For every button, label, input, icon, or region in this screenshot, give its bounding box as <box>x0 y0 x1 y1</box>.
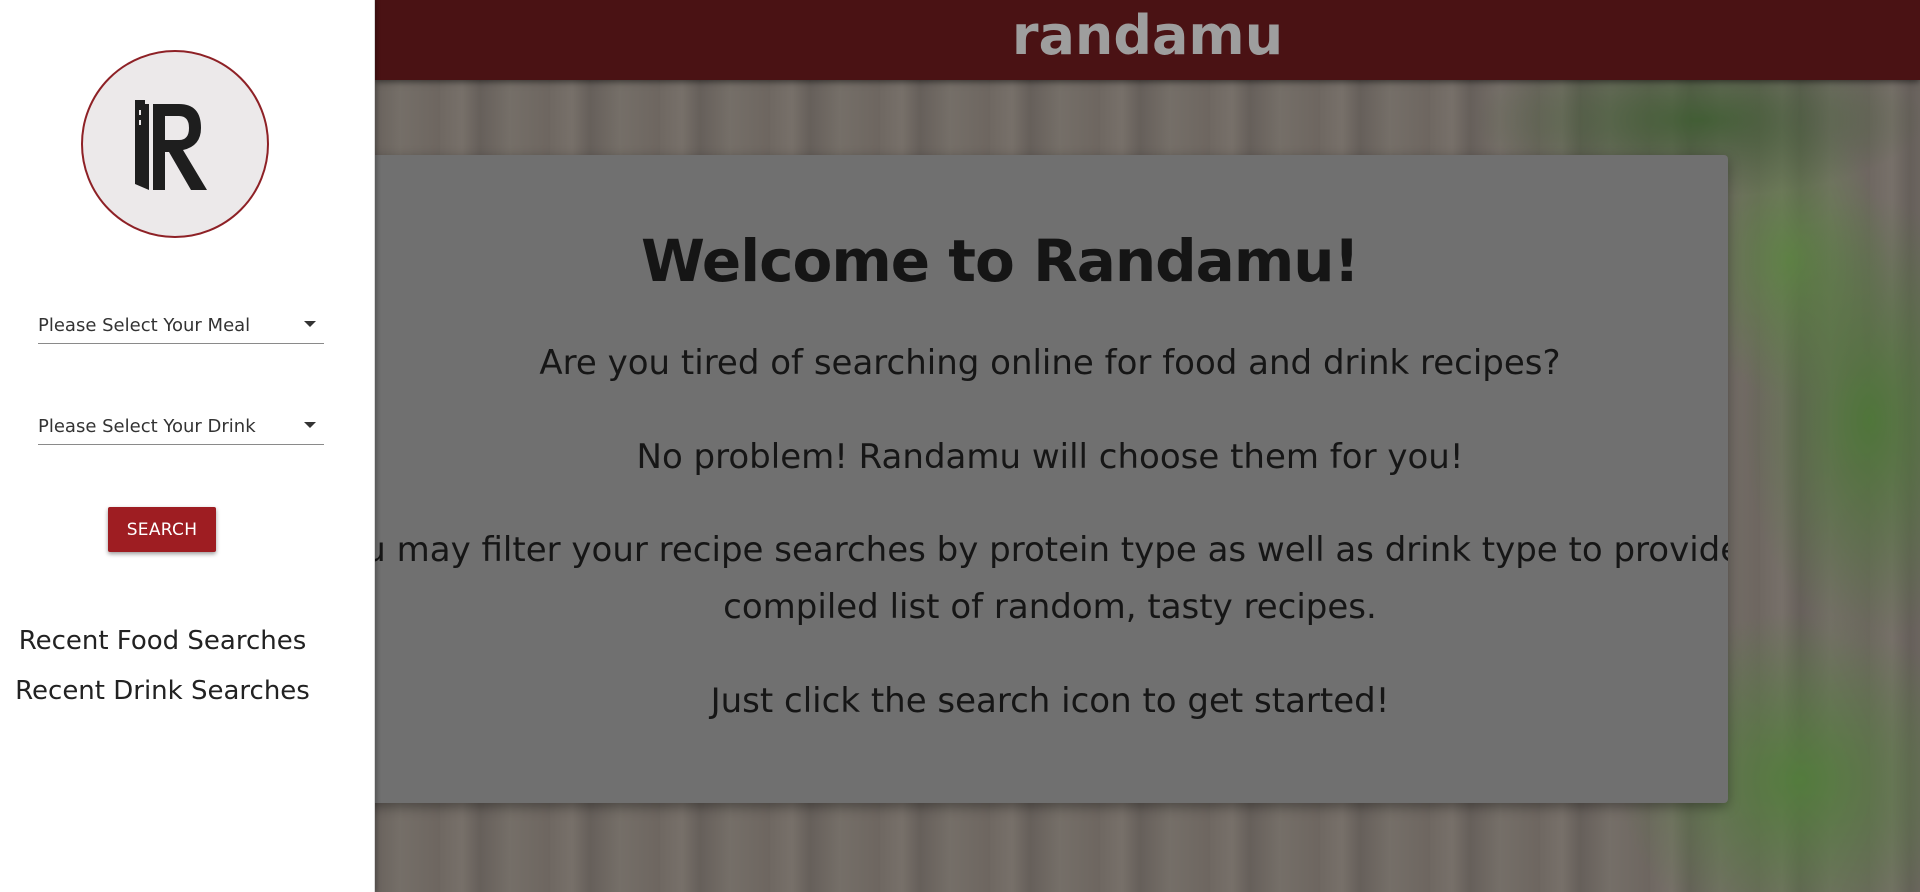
recent-drink-searches-link[interactable]: Recent Drink Searches <box>0 676 325 706</box>
chevron-down-icon <box>304 321 316 327</box>
intro-paragraph: Are you tired of searching online for fo… <box>539 343 1561 383</box>
meal-select[interactable]: Please Select Your Meal <box>38 305 324 344</box>
search-button[interactable]: SEARCH <box>108 507 216 552</box>
recent-food-searches-link[interactable]: Recent Food Searches <box>0 626 325 656</box>
knife-r-logo-icon <box>135 100 207 190</box>
drink-select[interactable]: Please Select Your Drink <box>38 406 324 445</box>
welcome-card-content: Welcome to Randamu! Are you tired of sea… <box>360 155 1728 803</box>
filter-paragraph: You may filter your recipe searches by p… <box>360 530 1728 627</box>
chevron-down-icon <box>304 422 316 428</box>
reassurance-paragraph: No problem! Randamu will choose them for… <box>636 437 1464 477</box>
sidebar: Please Select Your Meal Please Select Yo… <box>0 0 375 892</box>
meal-select-value: Please Select Your Meal <box>38 315 251 336</box>
randamu-logo[interactable] <box>81 50 269 238</box>
welcome-title: Welcome to Randamu! <box>640 227 1360 295</box>
top-bar: randamu <box>375 0 1920 80</box>
brand-title: randamu <box>1011 4 1284 67</box>
drink-select-value: Please Select Your Drink <box>38 416 256 437</box>
get-started-paragraph: Just click the search icon to get starte… <box>710 681 1390 721</box>
welcome-card: Welcome to Randamu! Are you tired of sea… <box>360 155 1728 803</box>
